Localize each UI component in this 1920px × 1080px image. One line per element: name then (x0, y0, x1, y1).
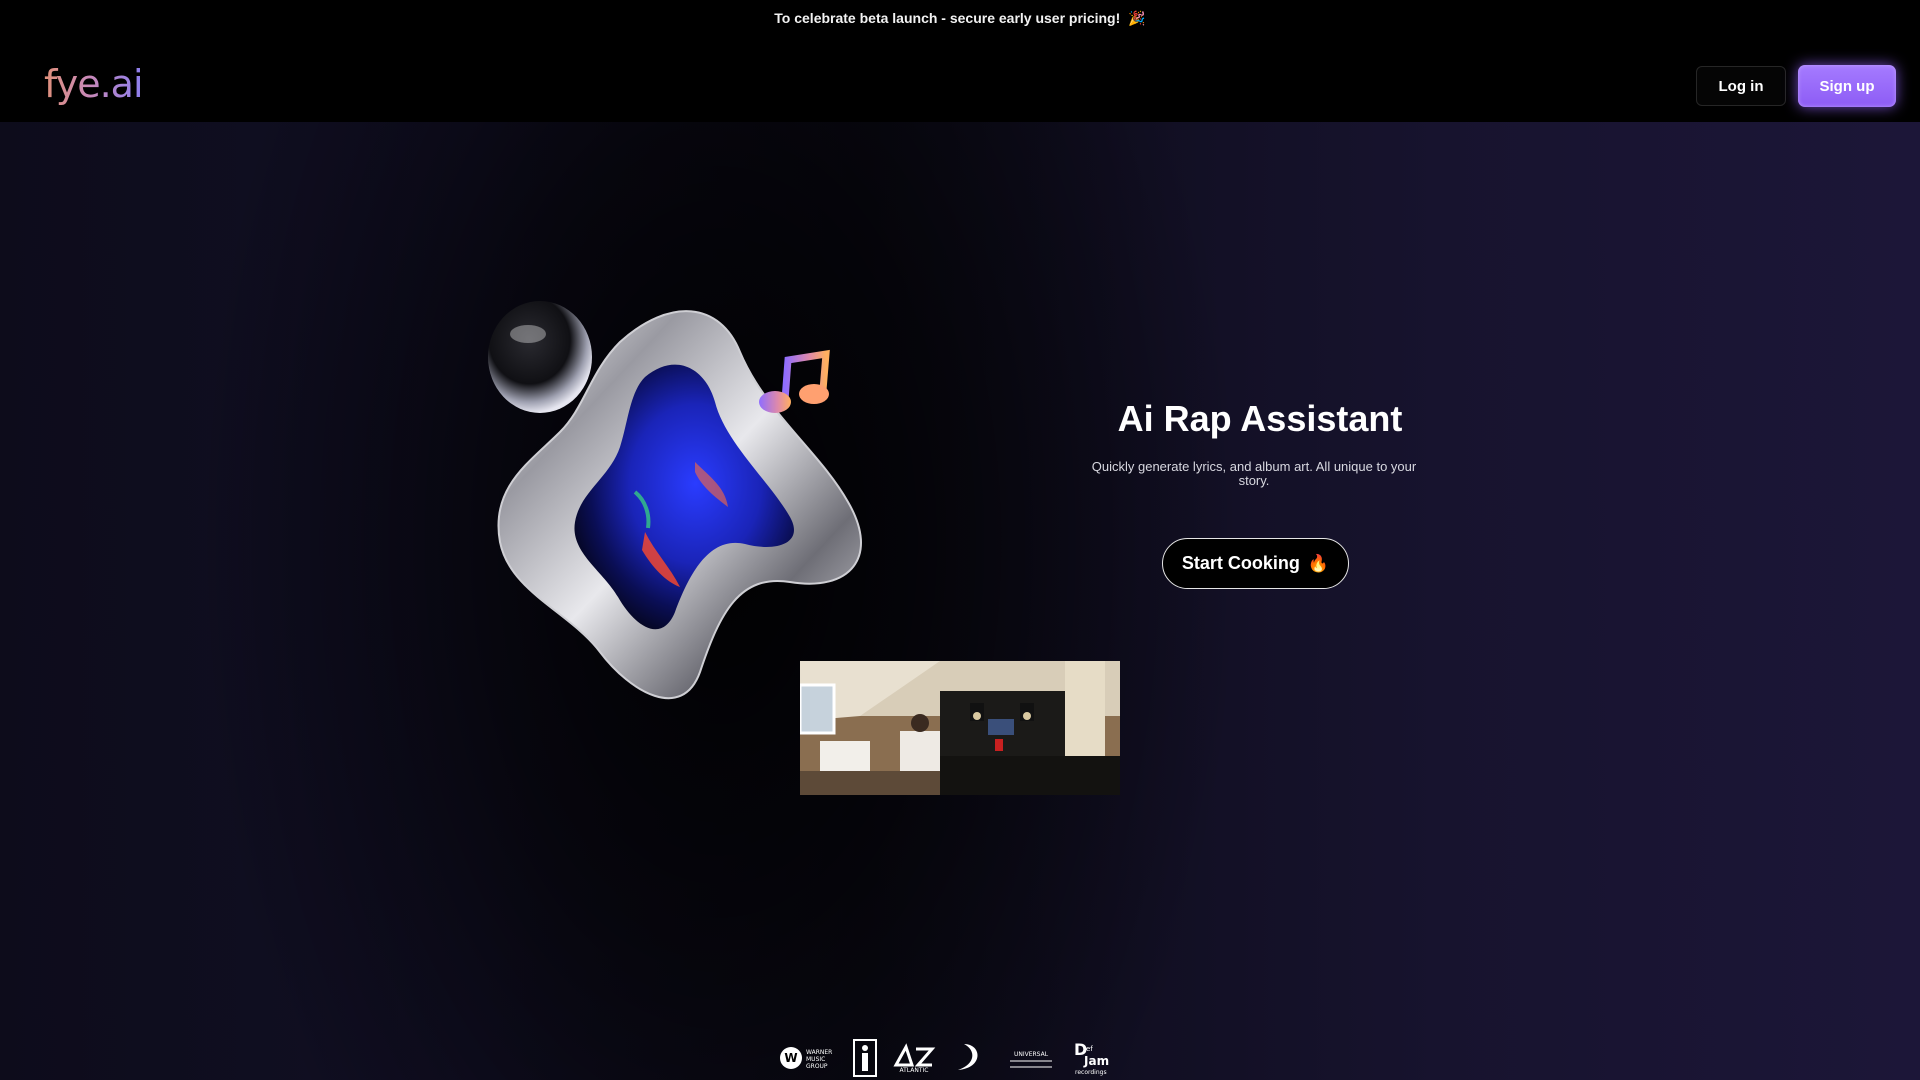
svg-text:Jam: Jam (1083, 1054, 1109, 1068)
svg-text:MUSIC: MUSIC (806, 1056, 825, 1063)
party-popper-icon: 🎉 (1128, 9, 1146, 26)
music-note-icon (759, 349, 830, 413)
svg-text:W: W (784, 1051, 797, 1065)
hero-artwork (488, 301, 862, 700)
hero-title: Ai Rap Assistant (1117, 398, 1403, 439)
login-button[interactable]: Log in (1696, 66, 1786, 106)
signup-button[interactable]: Sign up (1798, 65, 1896, 107)
warner-music-group-logo: W WARNER MUSIC GROUP (780, 1047, 832, 1070)
site-header: fye.ai Log in Sign up (0, 36, 1920, 122)
site-logo[interactable]: fye.ai (44, 62, 143, 106)
svg-text:ef: ef (1086, 1045, 1093, 1053)
atlantic-records-logo: ATLANTIC (893, 1043, 936, 1073)
studio-video-thumbnail[interactable] (800, 661, 1120, 795)
svg-text:WARNER: WARNER (806, 1049, 832, 1056)
hero-section: Ai Rap Assistant Quickly generate lyrics… (0, 122, 1920, 1080)
svg-text:ATLANTIC: ATLANTIC (899, 1067, 928, 1073)
record-label-strip: W WARNER MUSIC GROUP ATLANTIC UNIVERSAL … (778, 1036, 1118, 1080)
svg-text:recordings: recordings (1075, 1069, 1107, 1076)
hero-subtitle: Quickly generate lyrics, and album art. … (1091, 459, 1417, 488)
promo-banner: To celebrate beta launch - secure early … (0, 0, 1920, 36)
fire-icon: 🔥 (1307, 553, 1330, 573)
def-jam-logo: D ef Jam recordings (1074, 1040, 1109, 1076)
glass-bubble (488, 301, 592, 413)
svg-text:GROUP: GROUP (806, 1063, 828, 1070)
svg-text:UNIVERSAL: UNIVERSAL (1014, 1051, 1049, 1058)
universal-music-group-logo: UNIVERSAL (1010, 1051, 1052, 1068)
interscope-logo (853, 1039, 877, 1077)
promo-banner-text: To celebrate beta launch - secure early … (774, 10, 1121, 26)
start-cooking-label: Start Cooking (1181, 553, 1300, 573)
sony-music-logo (958, 1044, 978, 1070)
start-cooking-button[interactable]: Start Cooking 🔥 (1162, 538, 1349, 589)
